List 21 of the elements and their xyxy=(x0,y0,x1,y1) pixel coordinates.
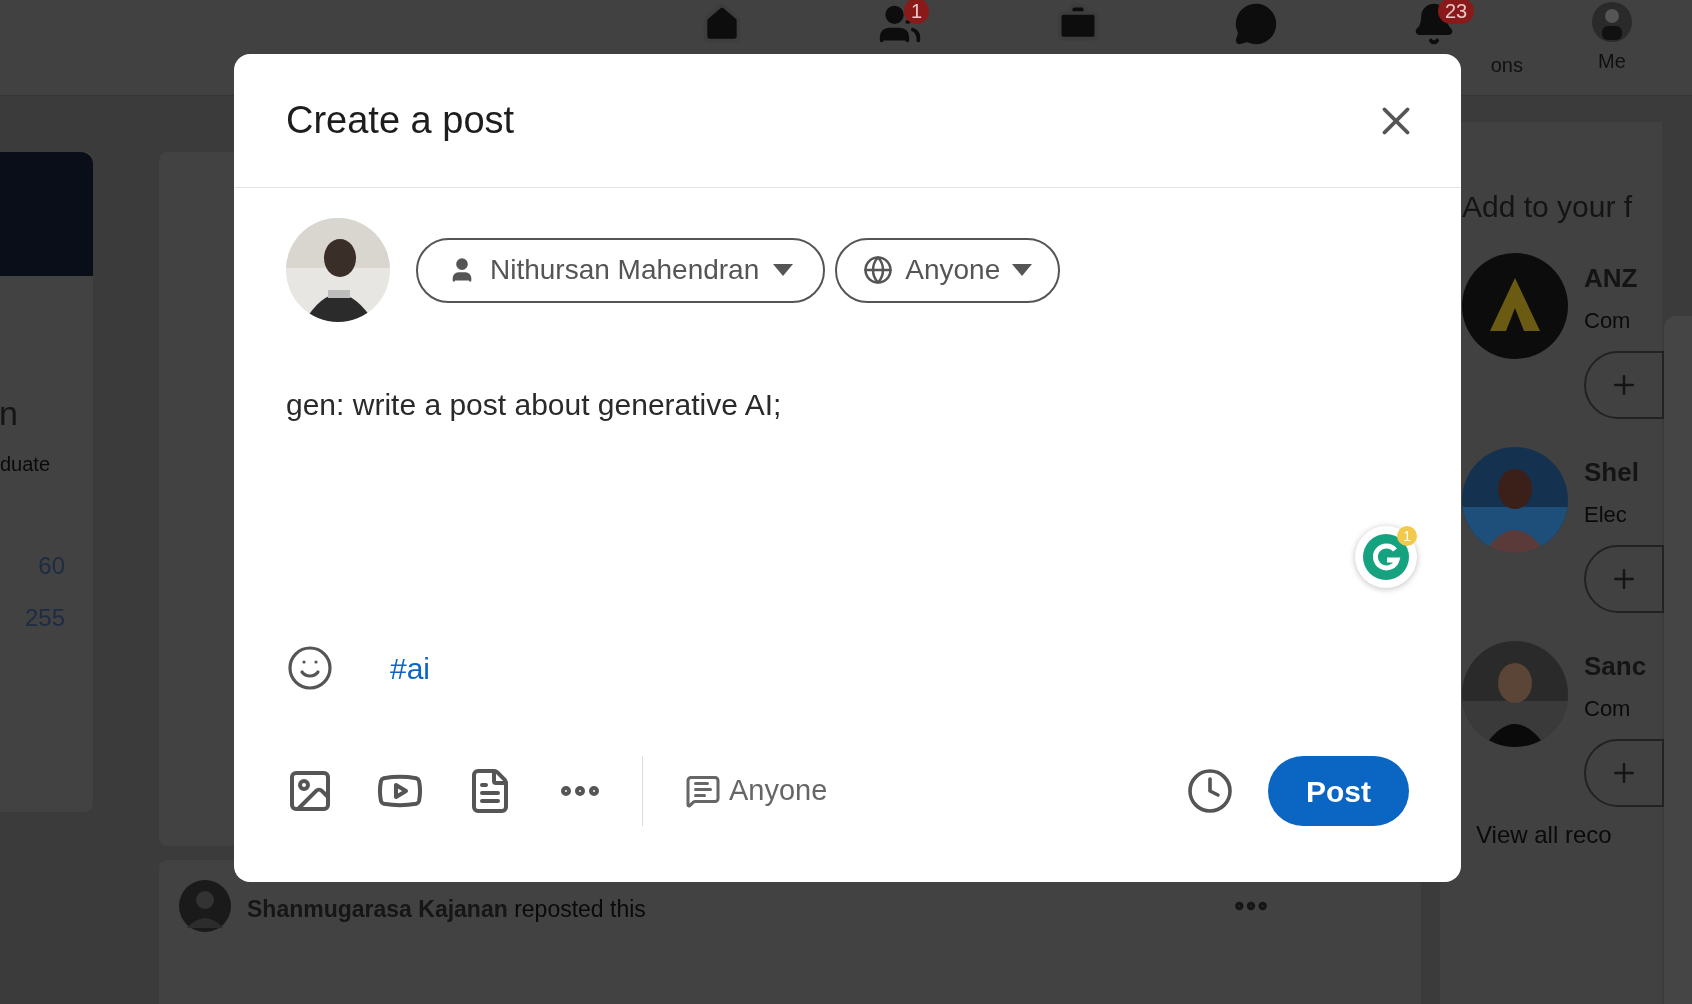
grammarly-badge: 1 xyxy=(1397,526,1417,546)
author-selector[interactable]: Nithursan Mahendran xyxy=(416,237,826,303)
post-text-field[interactable]: gen: write a post about generative AI; xyxy=(286,388,1409,422)
hashtag-link[interactable]: #ai xyxy=(390,645,431,691)
suggestion-subtitle: Com xyxy=(1584,695,1632,723)
visibility-selector[interactable]: Anyone xyxy=(835,237,1061,303)
notification-badge: 23 xyxy=(1438,0,1475,24)
dialog-title: Create a post xyxy=(286,98,515,143)
notification-badge: 1 xyxy=(904,0,930,24)
post-button[interactable]: Post xyxy=(1268,756,1409,826)
suggestion-subtitle: Com xyxy=(1584,307,1632,335)
grammarly-button[interactable]: 1 xyxy=(1355,526,1417,588)
comment-icon xyxy=(685,773,721,809)
clock-icon[interactable] xyxy=(1186,767,1234,815)
emoji-icon[interactable] xyxy=(286,644,334,692)
view-all-link[interactable]: View all reco xyxy=(1476,817,1662,853)
profile-headline: duate xyxy=(0,454,51,474)
caret-icon xyxy=(773,264,794,276)
caret-icon xyxy=(1012,264,1033,276)
comment-setting[interactable]: Anyone xyxy=(685,769,828,813)
globe-icon xyxy=(863,255,894,285)
